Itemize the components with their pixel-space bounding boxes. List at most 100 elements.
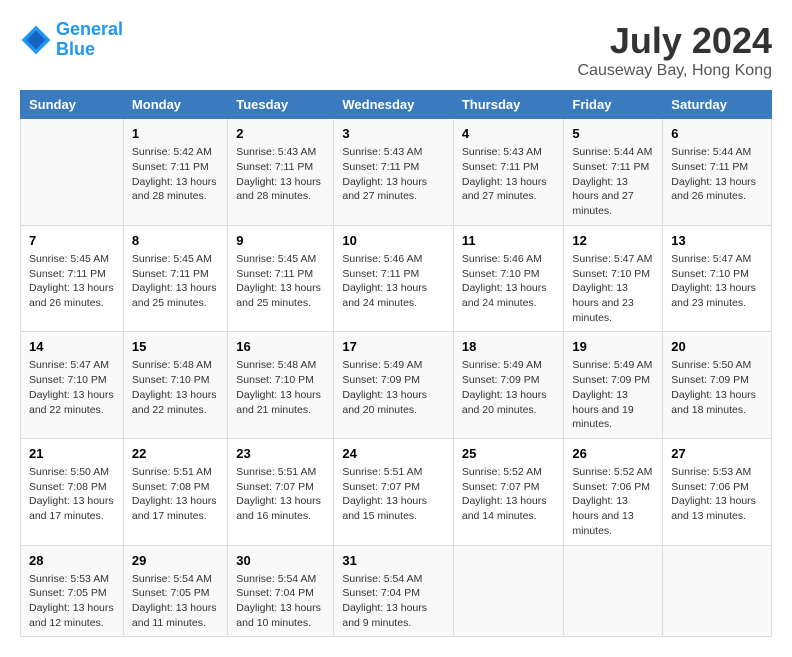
day-number: 16 xyxy=(236,338,325,356)
logo: General Blue xyxy=(20,20,123,60)
calendar-cell: 14 Sunrise: 5:47 AMSunset: 7:10 PMDayligh… xyxy=(21,332,124,439)
day-number: 10 xyxy=(342,232,445,250)
calendar-cell: 17 Sunrise: 5:49 AMSunset: 7:09 PMDayligh… xyxy=(334,332,454,439)
day-number: 29 xyxy=(132,552,219,570)
day-info: Sunrise: 5:47 AMSunset: 7:10 PMDaylight:… xyxy=(671,252,763,311)
day-number: 20 xyxy=(671,338,763,356)
day-number: 8 xyxy=(132,232,219,250)
day-info: Sunrise: 5:54 AMSunset: 7:04 PMDaylight:… xyxy=(236,572,325,631)
day-info: Sunrise: 5:50 AMSunset: 7:09 PMDaylight:… xyxy=(671,358,763,417)
day-info: Sunrise: 5:43 AMSunset: 7:11 PMDaylight:… xyxy=(342,145,445,204)
day-number: 19 xyxy=(572,338,654,356)
day-number: 22 xyxy=(132,445,219,463)
day-info: Sunrise: 5:52 AMSunset: 7:07 PMDaylight:… xyxy=(462,465,556,524)
title-area: July 2024 Causeway Bay, Hong Kong xyxy=(578,20,772,80)
calendar-cell: 15 Sunrise: 5:48 AMSunset: 7:10 PMDayligh… xyxy=(123,332,227,439)
logo-text: General Blue xyxy=(56,20,123,60)
day-number: 26 xyxy=(572,445,654,463)
day-number: 24 xyxy=(342,445,445,463)
day-number: 4 xyxy=(462,125,556,143)
day-info: Sunrise: 5:45 AMSunset: 7:11 PMDaylight:… xyxy=(236,252,325,311)
day-info: Sunrise: 5:51 AMSunset: 7:07 PMDaylight:… xyxy=(342,465,445,524)
calendar-cell: 5 Sunrise: 5:44 AMSunset: 7:11 PMDaylight… xyxy=(564,119,663,226)
day-info: Sunrise: 5:46 AMSunset: 7:10 PMDaylight:… xyxy=(462,252,556,311)
column-header-monday: Monday xyxy=(123,91,227,119)
calendar-cell xyxy=(453,545,564,637)
day-info: Sunrise: 5:49 AMSunset: 7:09 PMDaylight:… xyxy=(342,358,445,417)
day-number: 3 xyxy=(342,125,445,143)
main-title: July 2024 xyxy=(578,20,772,62)
column-header-tuesday: Tuesday xyxy=(228,91,334,119)
calendar-cell: 4 Sunrise: 5:43 AMSunset: 7:11 PMDaylight… xyxy=(453,119,564,226)
day-info: Sunrise: 5:54 AMSunset: 7:04 PMDaylight:… xyxy=(342,572,445,631)
calendar-cell: 19Sunrise: 5:49 AMSunset: 7:09 PMDayligh… xyxy=(564,332,663,439)
calendar-cell: 24 Sunrise: 5:51 AMSunset: 7:07 PMDayligh… xyxy=(334,438,454,545)
day-info: Sunrise: 5:44 AMSunset: 7:11 PMDaylight:… xyxy=(671,145,763,204)
day-number: 13 xyxy=(671,232,763,250)
day-info: Sunrise: 5:48 AMSunset: 7:10 PMDaylight:… xyxy=(236,358,325,417)
day-number: 12 xyxy=(572,232,654,250)
logo-icon xyxy=(20,24,52,56)
day-info: Sunrise: 5:48 AMSunset: 7:10 PMDaylight:… xyxy=(132,358,219,417)
day-info: Sunrise: 5:53 AMSunset: 7:06 PMDaylight:… xyxy=(671,465,763,524)
day-info: Sunrise: 5:49 AMSunset: 7:09 PMDaylight:… xyxy=(462,358,556,417)
calendar-cell xyxy=(663,545,772,637)
calendar-cell xyxy=(21,119,124,226)
logo-line1: General xyxy=(56,19,123,39)
calendar-cell: 13 Sunrise: 5:47 AMSunset: 7:10 PMDayligh… xyxy=(663,225,772,332)
week-row-4: 21 Sunrise: 5:50 AMSunset: 7:08 PMDayligh… xyxy=(21,438,772,545)
day-info: Sunrise: 5:53 AMSunset: 7:05 PMDaylight:… xyxy=(29,572,115,631)
day-number: 7 xyxy=(29,232,115,250)
day-number: 9 xyxy=(236,232,325,250)
header-row: SundayMondayTuesdayWednesdayThursdayFrid… xyxy=(21,91,772,119)
column-header-saturday: Saturday xyxy=(663,91,772,119)
calendar-cell: 16 Sunrise: 5:48 AMSunset: 7:10 PMDayligh… xyxy=(228,332,334,439)
calendar-cell: 21 Sunrise: 5:50 AMSunset: 7:08 PMDayligh… xyxy=(21,438,124,545)
calendar-cell: 29 Sunrise: 5:54 AMSunset: 7:05 PMDayligh… xyxy=(123,545,227,637)
header: General Blue July 2024 Causeway Bay, Hon… xyxy=(20,20,772,80)
day-number: 17 xyxy=(342,338,445,356)
day-info: Sunrise: 5:54 AMSunset: 7:05 PMDaylight:… xyxy=(132,572,219,631)
calendar-cell: 25 Sunrise: 5:52 AMSunset: 7:07 PMDayligh… xyxy=(453,438,564,545)
calendar-cell: 28 Sunrise: 5:53 AMSunset: 7:05 PMDayligh… xyxy=(21,545,124,637)
day-info: Sunrise: 5:43 AMSunset: 7:11 PMDaylight:… xyxy=(462,145,556,204)
day-info: Sunrise: 5:51 AMSunset: 7:07 PMDaylight:… xyxy=(236,465,325,524)
day-number: 21 xyxy=(29,445,115,463)
day-number: 5 xyxy=(572,125,654,143)
day-number: 14 xyxy=(29,338,115,356)
calendar-cell: 3 Sunrise: 5:43 AMSunset: 7:11 PMDaylight… xyxy=(334,119,454,226)
day-number: 18 xyxy=(462,338,556,356)
week-row-1: 1 Sunrise: 5:42 AMSunset: 7:11 PMDaylight… xyxy=(21,119,772,226)
calendar-cell: 12 Sunrise: 5:47 AMSunset: 7:10 PMDayligh… xyxy=(564,225,663,332)
week-row-3: 14 Sunrise: 5:47 AMSunset: 7:10 PMDayligh… xyxy=(21,332,772,439)
calendar-cell: 6 Sunrise: 5:44 AMSunset: 7:11 PMDaylight… xyxy=(663,119,772,226)
day-info: Sunrise: 5:45 AMSunset: 7:11 PMDaylight:… xyxy=(132,252,219,311)
day-info: Sunrise: 5:47 AMSunset: 7:10 PMDaylight:… xyxy=(572,252,654,325)
logo-line2: Blue xyxy=(56,39,95,59)
calendar-cell: 20 Sunrise: 5:50 AMSunset: 7:09 PMDayligh… xyxy=(663,332,772,439)
day-number: 2 xyxy=(236,125,325,143)
calendar-cell: 1 Sunrise: 5:42 AMSunset: 7:11 PMDaylight… xyxy=(123,119,227,226)
subtitle: Causeway Bay, Hong Kong xyxy=(578,62,772,80)
day-number: 6 xyxy=(671,125,763,143)
day-number: 27 xyxy=(671,445,763,463)
day-info: Sunrise: 5:44 AMSunset: 7:11 PMDaylight:… xyxy=(572,145,654,218)
day-info: Sunrise: 5:42 AMSunset: 7:11 PMDaylight:… xyxy=(132,145,219,204)
column-header-friday: Friday xyxy=(564,91,663,119)
day-number: 1 xyxy=(132,125,219,143)
week-row-5: 28 Sunrise: 5:53 AMSunset: 7:05 PMDayligh… xyxy=(21,545,772,637)
day-number: 15 xyxy=(132,338,219,356)
day-number: 11 xyxy=(462,232,556,250)
calendar-cell: 18 Sunrise: 5:49 AMSunset: 7:09 PMDayligh… xyxy=(453,332,564,439)
calendar-cell: 8 Sunrise: 5:45 AMSunset: 7:11 PMDaylight… xyxy=(123,225,227,332)
calendar-cell: 7Sunrise: 5:45 AMSunset: 7:11 PMDaylight… xyxy=(21,225,124,332)
day-info: Sunrise: 5:50 AMSunset: 7:08 PMDaylight:… xyxy=(29,465,115,524)
calendar-cell: 30Sunrise: 5:54 AMSunset: 7:04 PMDayligh… xyxy=(228,545,334,637)
day-info: Sunrise: 5:46 AMSunset: 7:11 PMDaylight:… xyxy=(342,252,445,311)
day-number: 25 xyxy=(462,445,556,463)
day-number: 28 xyxy=(29,552,115,570)
day-info: Sunrise: 5:47 AMSunset: 7:10 PMDaylight:… xyxy=(29,358,115,417)
calendar-cell: 11 Sunrise: 5:46 AMSunset: 7:10 PMDayligh… xyxy=(453,225,564,332)
column-header-thursday: Thursday xyxy=(453,91,564,119)
week-row-2: 7 Sunrise: 5:45 AMSunset: 7:11 PMDaylight… xyxy=(21,225,772,332)
